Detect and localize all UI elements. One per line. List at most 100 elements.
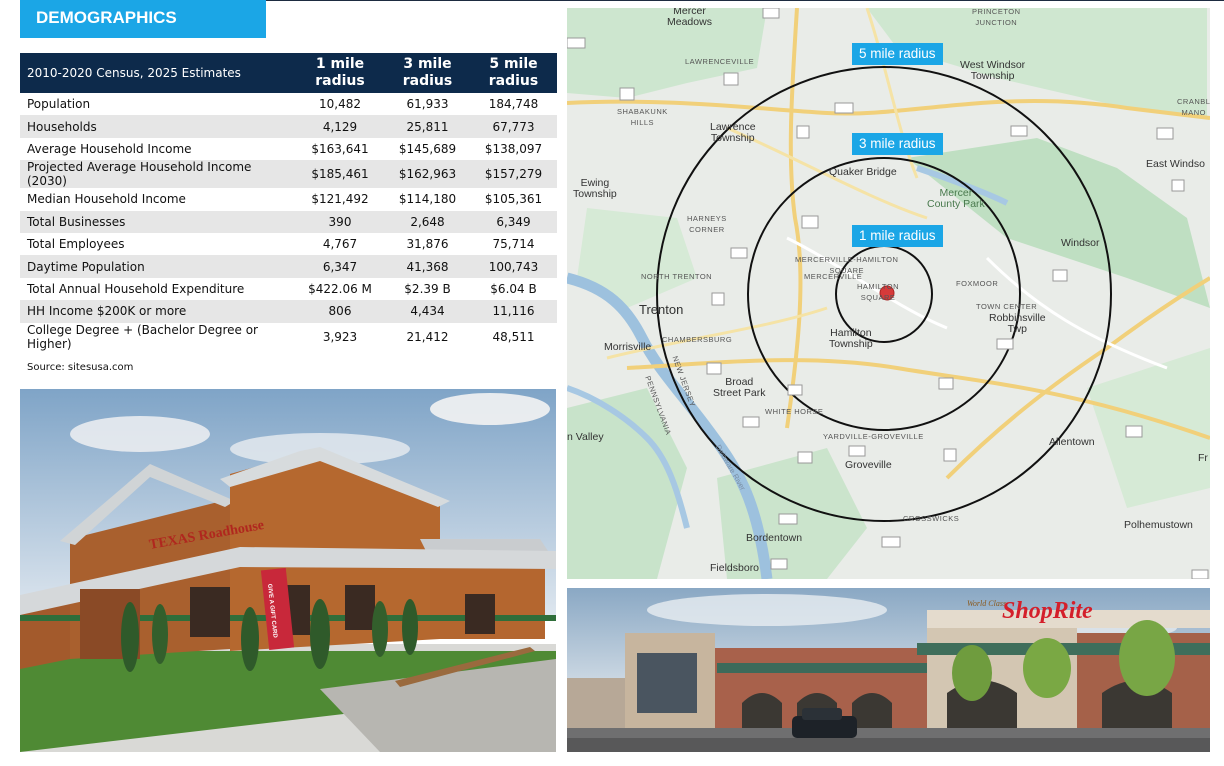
table-row: Population 10,482 61,933 184,748 bbox=[20, 93, 557, 115]
table-row: Total Annual Household Expenditure $422.0… bbox=[20, 278, 557, 300]
map-label: Polhemustown bbox=[1124, 519, 1193, 531]
table-row: Total Businesses 390 2,648 6,349 bbox=[20, 210, 557, 233]
section-title: DEMOGRAPHICS bbox=[20, 0, 266, 38]
value-3-mile: $162,963 bbox=[385, 160, 470, 189]
radius-label-5-mile: 5 mile radius bbox=[852, 43, 943, 65]
table-row: Average Household Income $163,641 $145,689… bbox=[20, 138, 557, 160]
column-header-line: 1 mile bbox=[315, 56, 365, 72]
map-label: Mercer County Park bbox=[927, 187, 985, 210]
header-divider bbox=[266, 0, 1224, 1]
column-header-line: radius bbox=[488, 73, 539, 89]
value-3-mile: 31,876 bbox=[406, 237, 449, 252]
restaurant-illustration: TEXAS Roadhouse GIVE A GIFT CARD bbox=[20, 389, 556, 752]
map-label: HAMILTON SQUARE bbox=[857, 282, 900, 302]
map-label: HARNEYS CORNER bbox=[687, 214, 727, 234]
column-header-3-mile: 3 mile radius bbox=[385, 53, 470, 93]
value-5-mile: 100,743 bbox=[470, 255, 557, 278]
value-5-mile: 67,773 bbox=[470, 115, 557, 138]
value-3-mile: 4,434 bbox=[385, 300, 470, 323]
table-row: Households 4,129 25,811 67,773 bbox=[20, 115, 557, 138]
map-label: CHAMBERSBURG bbox=[662, 335, 733, 344]
table-title: 2010-2020 Census, 2025 Estimates bbox=[20, 53, 295, 93]
column-header-line: radius bbox=[402, 73, 453, 89]
value-1-mile: 10,482 bbox=[319, 97, 361, 112]
row-label: Daytime Population bbox=[20, 255, 295, 278]
map-label: TOWN CENTER bbox=[976, 302, 1038, 311]
map-label: Groveville bbox=[845, 459, 892, 471]
value-3-mile: 25,811 bbox=[385, 115, 470, 138]
row-label: HH Income $200K or more bbox=[20, 300, 295, 323]
table-header-row: 2010-2020 Census, 2025 Estimates 1 mile r… bbox=[20, 53, 557, 93]
value-5-mile: 11,116 bbox=[470, 300, 557, 323]
row-label: Projected Average Household Income (2030… bbox=[20, 160, 295, 189]
row-label: Median Household Income bbox=[27, 192, 186, 207]
supermarket-illustration: World Class ShopRite bbox=[567, 588, 1210, 752]
value-3-mile: $114,180 bbox=[398, 192, 457, 207]
column-header-1-mile: 1 mile radius bbox=[295, 53, 385, 93]
map-label: Fieldsboro bbox=[710, 562, 760, 574]
map-label: WHITE HORSE bbox=[765, 407, 824, 416]
supermarket-sign: ShopRite bbox=[1002, 598, 1093, 624]
value-5-mile: $6.04 B bbox=[490, 281, 537, 296]
restaurant-photo: TEXAS Roadhouse GIVE A GIFT CARD bbox=[20, 389, 556, 752]
table-row: College Degree + (Bachelor Degree or Hig… bbox=[20, 323, 557, 351]
row-label: Population bbox=[27, 97, 91, 112]
value-1-mile: $163,641 bbox=[311, 141, 369, 156]
column-header-5-mile: 5 mile radius bbox=[470, 53, 557, 93]
map-label: CROSSWICKS bbox=[903, 514, 960, 523]
value-1-mile: $422.06 M bbox=[308, 281, 372, 296]
map-label: Windsor bbox=[1061, 237, 1100, 249]
value-5-mile: $105,361 bbox=[484, 192, 543, 207]
table-row: Daytime Population 6,347 41,368 100,743 bbox=[20, 255, 557, 278]
row-label: College Degree + (Bachelor Degree or Hig… bbox=[27, 322, 258, 351]
map-label: LAWRENCEVILLE bbox=[685, 57, 755, 66]
map-label: Robbinsville Twp bbox=[989, 312, 1046, 335]
map-label: Fr bbox=[1198, 452, 1208, 464]
value-1-mile: 4,129 bbox=[295, 115, 385, 138]
value-5-mile: 48,511 bbox=[492, 329, 535, 344]
map-label: Bordentown bbox=[746, 532, 803, 544]
value-1-mile: 6,347 bbox=[295, 255, 385, 278]
radius-label-1-mile: 1 mile radius bbox=[852, 225, 943, 247]
map-label: Lawrence Township bbox=[710, 121, 756, 144]
table-row: Total Employees 4,767 31,876 75,714 bbox=[20, 233, 557, 255]
map-label: Allentown bbox=[1049, 436, 1095, 448]
table-row: Median Household Income $121,492 $114,180 $… bbox=[20, 188, 557, 210]
row-label: Total Annual Household Expenditure bbox=[27, 281, 245, 296]
value-3-mile: 41,368 bbox=[385, 255, 470, 278]
map-label: Hamilton Township bbox=[829, 327, 873, 350]
value-5-mile: 184,748 bbox=[488, 97, 539, 112]
row-label: Households bbox=[20, 115, 295, 138]
value-3-mile: 2,648 bbox=[385, 210, 470, 233]
map-label: SHABAKUNK HILLS bbox=[617, 107, 668, 127]
map-label: Ewing Township bbox=[573, 177, 617, 200]
column-header-line: radius bbox=[315, 73, 365, 89]
map-label: East Windso bbox=[1146, 158, 1205, 170]
value-3-mile: 21,412 bbox=[406, 329, 449, 344]
value-3-mile: $145,689 bbox=[398, 141, 457, 156]
map-label: FOXMOOR bbox=[956, 279, 999, 288]
trade-area-map[interactable]: 5 mile radius 3 mile radius 1 mile radiu… bbox=[567, 8, 1210, 579]
map-label: CRANBL MANO bbox=[1177, 97, 1210, 117]
map-label: n Valley bbox=[567, 431, 604, 443]
column-header-line: 5 mile bbox=[489, 56, 538, 72]
demographics-table: 2010-2020 Census, 2025 Estimates 1 mile r… bbox=[20, 53, 557, 351]
map-label: Trenton bbox=[639, 302, 684, 317]
supermarket-sign-prefix: World Class bbox=[967, 599, 1006, 608]
column-header-line: 3 mile bbox=[403, 56, 452, 72]
map-label: West Windsor Township bbox=[960, 59, 1026, 82]
radius-label-3-mile: 3 mile radius bbox=[852, 133, 943, 155]
table-row: HH Income $200K or more 806 4,434 11,116 bbox=[20, 300, 557, 323]
table-row: Projected Average Household Income (2030… bbox=[20, 160, 557, 189]
value-5-mile: 6,349 bbox=[470, 210, 557, 233]
value-1-mile: $121,492 bbox=[311, 192, 369, 207]
source-note: Source: sitesusa.com bbox=[27, 362, 134, 373]
map-label: NORTH TRENTON bbox=[641, 272, 713, 281]
value-5-mile: $138,097 bbox=[484, 141, 543, 156]
value-1-mile: $185,461 bbox=[295, 160, 385, 189]
map-label: PRINCETON JUNCTION bbox=[972, 8, 1021, 27]
value-3-mile: 61,933 bbox=[406, 97, 449, 112]
value-1-mile: 390 bbox=[295, 210, 385, 233]
map-label: Broad Street Park bbox=[713, 376, 766, 399]
value-1-mile: 4,767 bbox=[322, 237, 358, 252]
